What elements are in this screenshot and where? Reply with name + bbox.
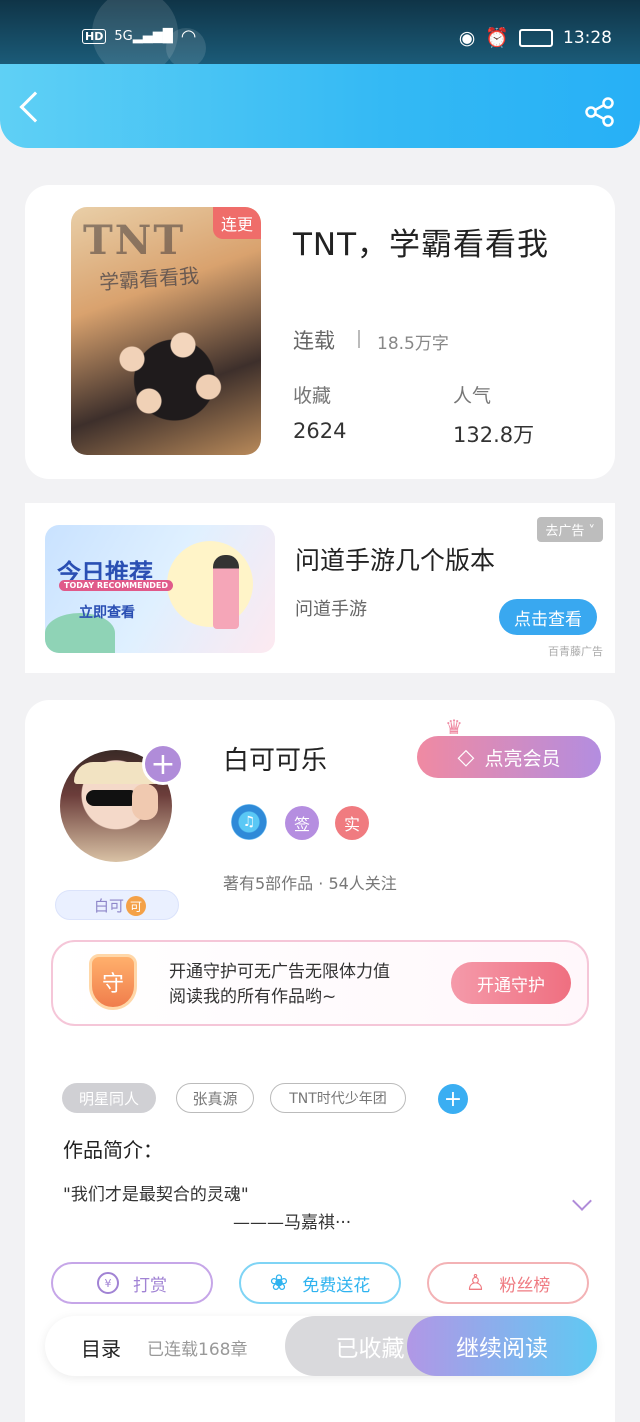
update-tag: 连更 [212, 207, 261, 239]
book-cover[interactable]: TNT 学霸看看我 连更 [71, 207, 261, 455]
ad-view-button[interactable]: 点击查看 [499, 599, 597, 635]
vip-button-label: 点亮会员 [484, 747, 561, 770]
intro-text-author: ———马嘉祺··· [233, 1213, 352, 1233]
tag-chip[interactable]: 张真源 [176, 1083, 254, 1113]
intro-title: 作品简介： [63, 1138, 163, 1162]
sign-badge: 签 [285, 806, 319, 840]
status-bar: HD 5G▂▄▆█ ◠ ◉ ⏰ 13:28 [0, 0, 640, 76]
ad-source: 百青藤广告 [548, 645, 603, 658]
ad-illustration [213, 555, 239, 629]
chapter-count: 已连载168章 [147, 1340, 248, 1360]
bottom-bar: 目录 已连载168章 已收藏 继续阅读 [45, 1316, 597, 1376]
real-badge: 实 [335, 806, 369, 840]
top-header [0, 64, 640, 148]
ad-subtitle: 问道手游 [295, 599, 367, 620]
clock: 13:28 [563, 27, 612, 48]
reward-label: 打赏 [133, 1275, 167, 1296]
fans-ranking-label: 粉丝榜 [499, 1275, 551, 1296]
author-stats: 著有5部作品 · 54人关注 [223, 874, 397, 893]
ad-image-cta: 立即查看 [79, 605, 135, 621]
alarm-icon: ⏰ [485, 27, 509, 49]
divider [358, 330, 360, 348]
intro-text: "我们才是最契合的灵魂" [63, 1185, 249, 1205]
back-icon[interactable] [19, 91, 51, 123]
book-title: TNT，学霸看看我 [293, 227, 550, 263]
book-status: 连载 [293, 329, 335, 353]
guard-banner[interactable]: 守 开通守护可无广告无限体力值 阅读我的所有作品哟~ 开通守护 [51, 940, 589, 1026]
remove-ad-button[interactable]: 去广告 ˅ [537, 517, 603, 542]
collect-label: 收藏 [293, 385, 332, 407]
follow-plus-icon[interactable]: + [142, 743, 184, 785]
guard-button[interactable]: 开通守护 [451, 962, 571, 1004]
eye-icon: ◉ [458, 26, 476, 49]
tag-chip[interactable]: 明星同人 [62, 1083, 156, 1113]
book-info-card: TNT 学霸看看我 连更 TNT，学霸看看我 连载 18.5万字 收藏 2624… [25, 185, 615, 479]
ad-image-subtitle: TODAY RECOMMENDED [59, 580, 174, 591]
popularity-label: 人气 [453, 385, 492, 407]
hd-icon: HD [82, 29, 107, 44]
ad-banner[interactable]: 今日推荐 TODAY RECOMMENDED 立即查看 问道手游几个版本 问道手… [25, 503, 615, 673]
add-tag-button[interactable]: + [438, 1084, 468, 1114]
toc-button[interactable]: 目录 [81, 1333, 121, 1362]
nameplate-text: 白可 [94, 897, 125, 915]
yen-icon: ¥ [97, 1272, 119, 1294]
reward-button[interactable]: ¥ 打赏 [51, 1262, 213, 1304]
share-icon[interactable] [584, 96, 616, 128]
send-flower-label: 免费送花 [302, 1275, 371, 1296]
diamond-icon: ◇ [457, 744, 475, 770]
author-card: + 白可 可 白可可乐 ♛ ◇ 点亮会员 ♫ 签 实 著有5部作品 · 54人关… [25, 700, 615, 1422]
send-flower-button[interactable]: ❀ 免费送花 [239, 1262, 401, 1304]
ad-title: 问道手游几个版本 [295, 546, 496, 575]
author-name: 白可可乐 [223, 746, 328, 776]
shield-icon: 守 [89, 954, 137, 1010]
continue-reading-button[interactable]: 继续阅读 [407, 1316, 597, 1376]
cover-subtitle: 学霸看看我 [98, 263, 200, 295]
vip-button[interactable]: ◇ 点亮会员 [417, 736, 601, 778]
word-count: 18.5万字 [377, 334, 449, 354]
status-right: ◉ ⏰ 13:28 [458, 26, 612, 50]
nameplate-badge: 可 [126, 896, 146, 916]
popularity-value: 132.8万 [453, 423, 535, 447]
ad-image[interactable]: 今日推荐 TODAY RECOMMENDED 立即查看 [45, 525, 275, 653]
fans-ranking-button[interactable]: ♙ 粉丝榜 [427, 1262, 589, 1304]
user-icon: ♙ [465, 1270, 486, 1296]
battery-icon [519, 28, 553, 47]
collect-value: 2624 [293, 419, 347, 443]
cover-photo [81, 303, 251, 443]
tag-chip[interactable]: TNT时代少年团 [270, 1083, 406, 1113]
chevron-down-icon[interactable] [572, 1191, 592, 1211]
guard-text: 开通守护可无广告无限体力值 阅读我的所有作品哟~ [169, 962, 390, 1007]
signal-icon: 5G▂▄▆█ [114, 29, 173, 44]
wifi-icon: ◠ [180, 26, 197, 47]
cover-title: TNT [83, 217, 186, 264]
flower-icon: ❀ [269, 1270, 289, 1296]
author-nameplate: 白可 可 [55, 890, 179, 920]
music-medal-icon: ♫ [231, 804, 267, 840]
status-left: HD 5G▂▄▆█ ◠ [82, 26, 196, 47]
